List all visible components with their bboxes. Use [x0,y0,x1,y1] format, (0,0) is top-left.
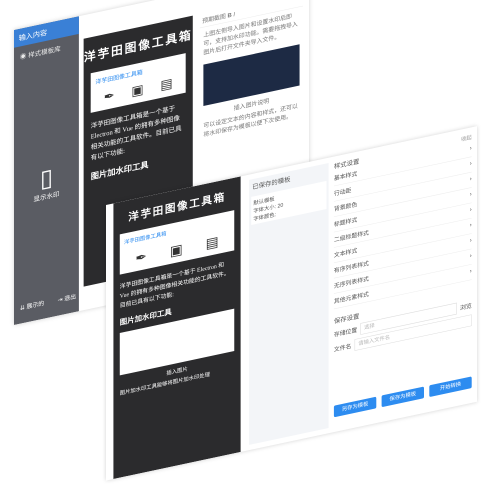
image-icon: ▣ [131,81,144,99]
feather-icon: ✒ [103,87,115,105]
style-row-label: 文本样式 [333,247,358,259]
chevron-right-icon: › [469,144,472,152]
chevron-right-icon: › [469,190,472,198]
sidebar-bottom[interactable]: ⇊ 展示的 ⇥ 退出 [20,291,76,312]
feather-icon: ✒ [135,248,147,267]
chevron-right-icon: › [469,236,472,244]
chevron-right-icon: › [469,267,472,275]
front-preview-phone: 洋芋田图像工具箱 洋芋田图像工具箱 ✒ ▣ ▤ 洋芋田图像工具箱是一个基于 Elec… [113,176,241,480]
chevron-right-icon: › [469,252,472,260]
chevron-right-icon: › [469,175,472,183]
chevron-right-icon: › [469,160,472,167]
file-name-label: 文件名 [333,343,352,354]
bold-icon[interactable]: B [227,12,231,19]
browse-button[interactable]: 浏览 [460,301,472,312]
file-icon: ▤ [160,75,173,93]
file-icon: ▤ [205,233,219,252]
save-location-label: 存储位置 [333,327,358,339]
style-rows: 基本样式 › 行动距 › 背景颜色 › 标题样式 › 二级标题样式 › 文本样式 › 有序列表样式 › 无序… [333,141,472,310]
style-row-label: 基本样式 [333,170,358,182]
style-row-label: 背景颜色 [333,201,358,213]
style-row-label: 行动距 [333,187,352,198]
style-row-label: 标题样式 [333,216,358,229]
style-row-label: 其他元素样式 [333,291,369,305]
collapse-icon[interactable]: ⇊ [20,304,25,312]
saved-templates-panel: 已保存的模板 默认模板 字体大小: 20 字体颜色: [249,162,329,445]
sidebar-bottom-label-1: 展示的 [26,300,45,311]
italic-icon[interactable]: I [233,11,235,18]
sidebar-bottom-label-2: 退出 [64,293,77,303]
chevron-right-icon: › [469,206,472,214]
logout-icon[interactable]: ⇥ [58,296,63,304]
image-icon: ▣ [169,240,183,260]
back-sidebar: 输入内容 ◉ 样式模板库 ▯ 显示水印 ⇊ 展示的 ⇥ 退出 [14,16,79,326]
doc-panel: ▯ 显示水印 [14,158,79,208]
chevron-right-icon: › [469,221,472,229]
sidebar-item-label: 样式模板库 [28,45,61,60]
